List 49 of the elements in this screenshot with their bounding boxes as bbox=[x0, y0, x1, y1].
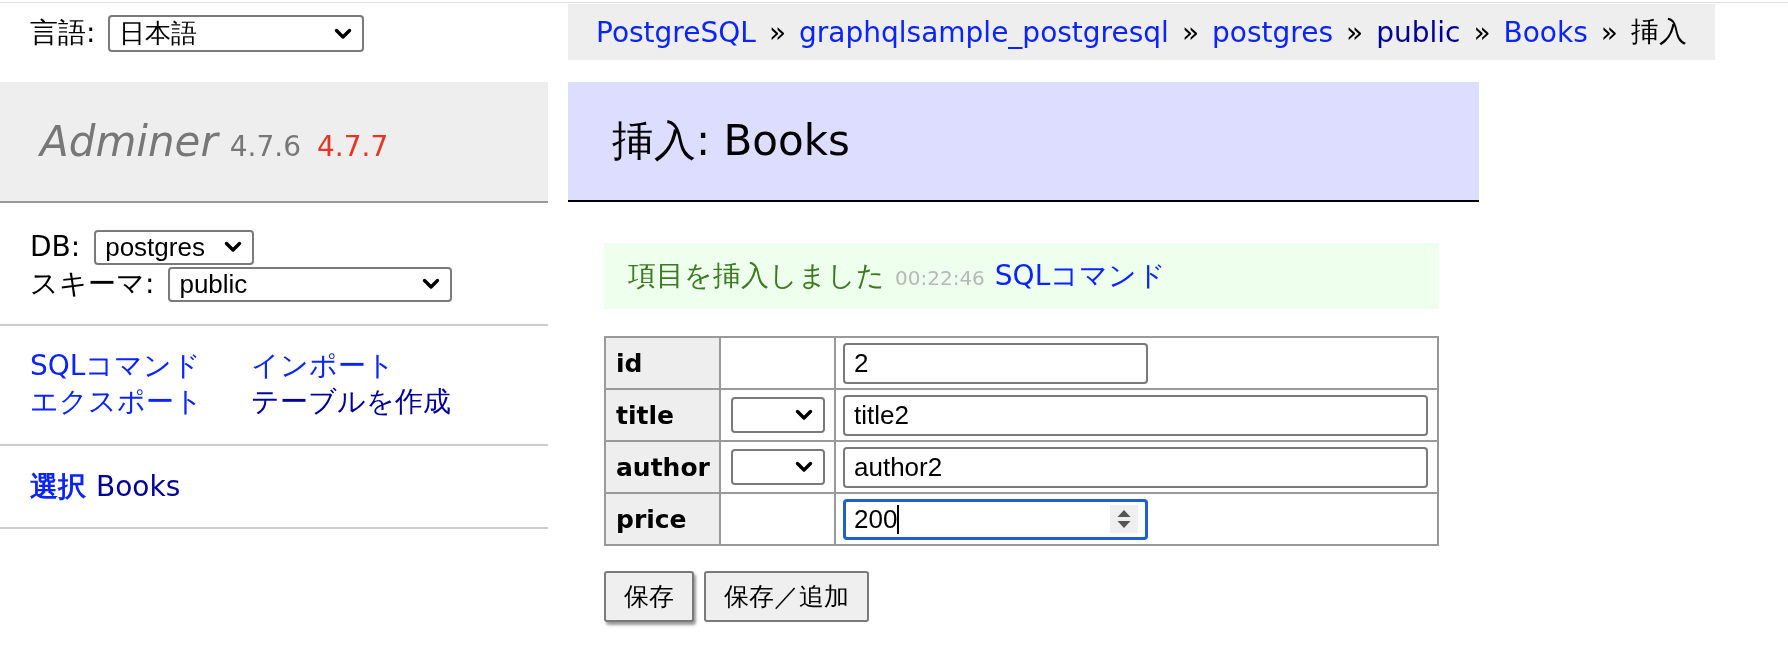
text-cursor-icon bbox=[897, 504, 900, 534]
sidebar-link[interactable]: SQLコマンド bbox=[30, 348, 202, 384]
breadcrumb-separator: » bbox=[768, 15, 787, 49]
language-label: 言語: bbox=[30, 15, 96, 51]
app-name-link[interactable]: Adminer bbox=[40, 117, 218, 166]
field-name-cell: author bbox=[606, 442, 721, 494]
breadcrumb-link[interactable]: Books bbox=[1503, 15, 1588, 49]
sidebar-link[interactable]: テーブルを作成 bbox=[251, 384, 451, 420]
select-table-link[interactable]: 選択 bbox=[30, 469, 86, 505]
field-name-cell: title bbox=[606, 390, 721, 442]
chevron-down-icon bbox=[795, 461, 813, 473]
breadcrumb-separator: » bbox=[1181, 15, 1199, 49]
version-label: 4.7.6 bbox=[229, 130, 301, 163]
new-version-link[interactable]: 4.7.7 bbox=[316, 130, 389, 163]
schema-select[interactable]: public bbox=[168, 266, 453, 302]
breadcrumb-current: 挿入 bbox=[1630, 14, 1687, 50]
function-select[interactable] bbox=[731, 397, 825, 433]
chevron-down-icon bbox=[422, 278, 441, 290]
sidebar-link[interactable]: エクスポート bbox=[30, 384, 203, 420]
text-field[interactable]: title2 bbox=[843, 394, 1428, 436]
message-text: 項目を挿入しました bbox=[628, 258, 885, 294]
message-time: 00:22:46 bbox=[895, 266, 985, 290]
breadcrumb-separator: » bbox=[1473, 15, 1491, 49]
language-select[interactable]: 日本語 bbox=[108, 15, 365, 52]
function-select[interactable] bbox=[731, 449, 825, 485]
chevron-down-icon bbox=[334, 27, 353, 40]
chevron-down-icon bbox=[224, 241, 243, 253]
breadcrumb-link[interactable]: PostgreSQL bbox=[596, 15, 756, 49]
field-name-cell: id bbox=[606, 338, 721, 390]
breadcrumb-link[interactable]: graphqlsample_postgresql bbox=[799, 15, 1169, 49]
chevron-down-icon bbox=[795, 409, 813, 421]
schema-label: スキーマ: bbox=[30, 266, 155, 302]
breadcrumb-link[interactable]: public bbox=[1376, 15, 1461, 49]
breadcrumb-separator: » bbox=[1346, 15, 1364, 49]
breadcrumb-link[interactable]: postgres bbox=[1212, 15, 1333, 49]
stepper-icon[interactable] bbox=[1110, 505, 1138, 533]
table-name-link[interactable]: Books bbox=[96, 469, 181, 505]
breadcrumb-separator: » bbox=[1600, 15, 1618, 49]
number-field[interactable]: 200 bbox=[843, 498, 1148, 540]
page-heading: 挿入: Books bbox=[568, 82, 1479, 202]
text-field[interactable]: author2 bbox=[843, 446, 1428, 488]
field-name-cell: price bbox=[606, 494, 721, 546]
database-label: DB: bbox=[30, 229, 81, 265]
database-select[interactable]: postgres bbox=[94, 229, 255, 265]
number-field[interactable]: 2 bbox=[843, 342, 1148, 384]
form-button[interactable]: 保存／追加 bbox=[704, 571, 869, 622]
sidebar-link[interactable]: インポート bbox=[251, 348, 395, 384]
sql-command-link[interactable]: SQLコマンド bbox=[994, 257, 1167, 295]
form-button[interactable]: 保存 bbox=[604, 571, 694, 622]
